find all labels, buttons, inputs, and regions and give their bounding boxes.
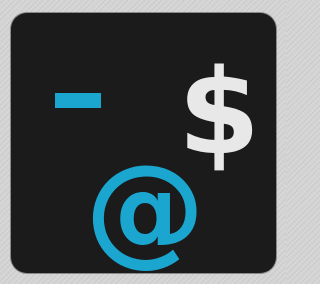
dash-glyph-text: − [53,112,54,114]
at-glyph: @ [85,140,205,273]
terminal-app-icon[interactable]: − $ @ [11,13,276,273]
terminal-glyphs: − $ @ [53,43,260,273]
dash-glyph [55,93,101,108]
